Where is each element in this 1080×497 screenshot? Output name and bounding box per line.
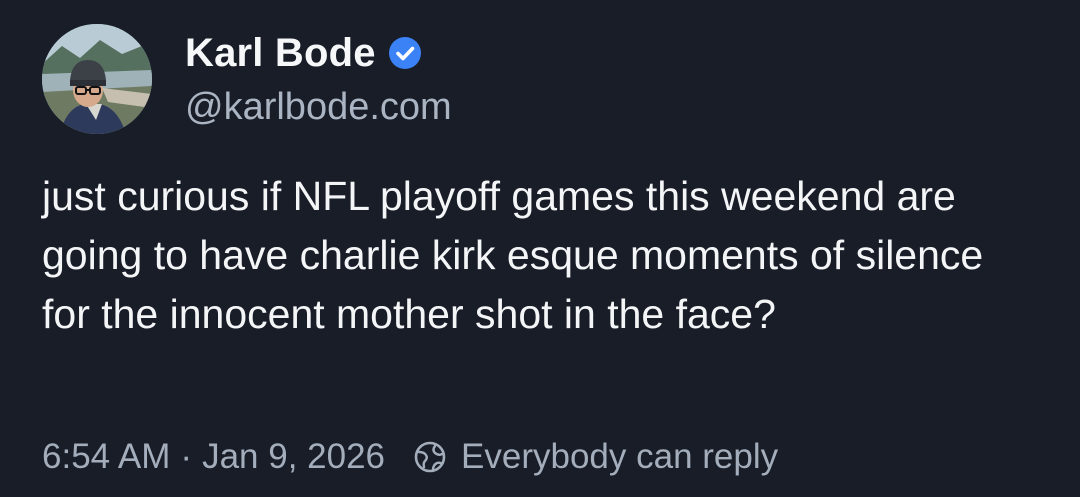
- avatar[interactable]: [42, 24, 152, 134]
- post-time[interactable]: 6:54 AM: [42, 437, 170, 477]
- globe-icon: [413, 440, 447, 474]
- post-date[interactable]: Jan 9, 2026: [202, 437, 385, 477]
- author-name-row: Karl Bode: [185, 30, 422, 76]
- post-meta: 6:54 AM · Jan 9, 2026 Everybody can repl…: [42, 434, 778, 480]
- avatar-photo: [42, 24, 152, 134]
- meta-separator: ·: [180, 437, 193, 476]
- author-handle[interactable]: @karlbode.com: [185, 86, 452, 129]
- reply-setting-label: Everybody can reply: [461, 437, 779, 476]
- verified-badge-icon: [388, 36, 422, 70]
- post-card: Karl Bode @karlbode.com just curious if …: [0, 0, 1080, 497]
- post-text: just curious if NFL playoff games this w…: [42, 173, 984, 337]
- author-display-name[interactable]: Karl Bode: [185, 31, 376, 76]
- reply-setting: Everybody can reply: [413, 437, 778, 477]
